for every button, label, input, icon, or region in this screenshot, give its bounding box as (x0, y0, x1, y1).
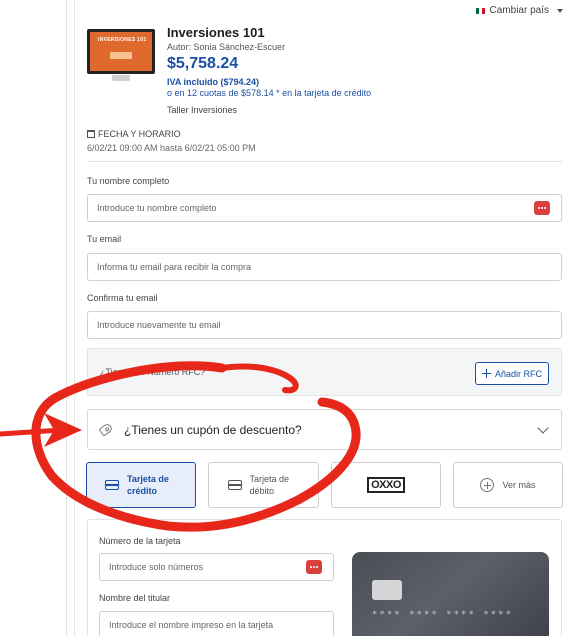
mexico-flag-icon (475, 7, 485, 14)
rfc-question: ¿Tienes un Número RFC? (100, 367, 206, 377)
chevron-down-icon (537, 422, 549, 434)
annotation-arrow-shaft (0, 427, 65, 437)
payment-credit-label: Tarjeta de crédito (127, 474, 169, 496)
email-placeholder: Informa tu email para recibir la compra (97, 262, 252, 272)
payment-credit-card[interactable]: Tarjeta de crédito (86, 462, 196, 508)
card-chip-icon (372, 580, 402, 600)
payment-more[interactable]: Ver más (453, 462, 563, 508)
card-number-placeholder: Introduce solo números (109, 562, 204, 572)
password-manager-icon[interactable] (534, 201, 550, 215)
email-label: Tu email (87, 234, 122, 244)
card-preview-number: **** **** **** **** (372, 610, 513, 620)
country-selector-label: Cambiar país (489, 5, 549, 16)
iva-included: IVA incluido ($794.24) (167, 77, 260, 87)
page-edge (66, 0, 67, 636)
schedule-label: FECHA Y HORARIO (87, 129, 181, 139)
oxxo-logo: OXXO (367, 477, 405, 493)
country-selector[interactable]: Cambiar país (475, 5, 563, 16)
debit-card-icon (227, 480, 242, 490)
plus-circle-icon (480, 478, 495, 492)
product-title: Inversiones 101 (167, 25, 265, 40)
coupon-label: ¿Tienes un cupón de descuento? (124, 422, 302, 437)
divider (87, 161, 562, 162)
card-number-label: Número de la tarjeta (99, 536, 181, 546)
add-rfc-button[interactable]: Añadir RFC (475, 362, 549, 385)
workshop-name: Taller Inversiones (167, 105, 238, 115)
credit-card-icon (105, 480, 119, 490)
thumbnail-text: INVERSIONES 101 (98, 37, 147, 43)
name-field[interactable]: Introduce tu nombre completo (87, 194, 562, 222)
payment-debit-label: Tarjeta de débito (249, 474, 290, 496)
chevron-down-icon (557, 8, 563, 13)
product-price: $5,758.24 (167, 55, 239, 72)
schedule-value: 6/02/21 09:00 AM hasta 6/02/21 05:00 PM (87, 143, 256, 153)
payment-oxxo[interactable]: OXXO (331, 462, 441, 508)
calendar-icon (87, 130, 95, 138)
rfc-section: ¿Tienes un Número RFC? Añadir RFC (87, 348, 562, 396)
confirm-email-label: Confirma tu email (87, 293, 158, 303)
holder-field[interactable]: Introduce el nombre impreso en la tarjet… (99, 611, 334, 636)
holder-label: Nombre del titular (99, 593, 171, 603)
confirm-email-field[interactable]: Introduce nuevamente tu email (87, 311, 562, 339)
product-thumbnail: INVERSIONES 101 (87, 29, 155, 84)
plus-icon (481, 369, 491, 378)
name-label: Tu nombre completo (87, 176, 170, 186)
installments-text: o en 12 cuotas de $578.14 * en la tarjet… (167, 88, 372, 98)
add-rfc-label: Añadir RFC (494, 368, 542, 379)
confirm-email-placeholder: Introduce nuevamente tu email (97, 320, 221, 330)
payment-debit-card[interactable]: Tarjeta de débito (208, 462, 319, 508)
tag-icon (98, 422, 114, 437)
holder-placeholder: Introduce el nombre impreso en la tarjet… (109, 620, 274, 630)
credit-card-preview: **** **** **** **** (352, 552, 549, 636)
coupon-accordion[interactable]: ¿Tienes un cupón de descuento? (87, 409, 562, 450)
product-author: Autor: Sonia Sánchez-Escuer (167, 42, 286, 52)
password-manager-icon[interactable] (306, 560, 322, 574)
card-number-field[interactable]: Introduce solo números (99, 553, 334, 581)
payment-more-label: Ver más (502, 480, 536, 490)
email-field[interactable]: Informa tu email para recibir la compra (87, 253, 562, 281)
name-placeholder: Introduce tu nombre completo (97, 203, 217, 213)
schedule-label-text: FECHA Y HORARIO (98, 129, 181, 139)
